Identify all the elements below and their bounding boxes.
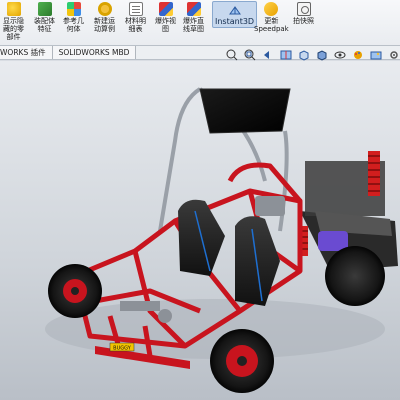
show-hidden-components-icon bbox=[6, 2, 21, 16]
plate-text: BUGGY bbox=[113, 346, 132, 352]
explode-line-sketch-icon bbox=[186, 2, 201, 16]
take-snapshot-button[interactable]: 拍快照 bbox=[293, 2, 314, 25]
button-label: 爆炸直 线草图 bbox=[183, 17, 204, 33]
graphics-area[interactable]: BUGGY bbox=[0, 61, 400, 400]
button-label: 装配体 特征 bbox=[34, 17, 55, 33]
new-motion-study-icon bbox=[97, 2, 112, 16]
button-label: 材料明 细表 bbox=[125, 17, 146, 33]
button-label: 拍快照 bbox=[293, 17, 314, 25]
buggy-model[interactable]: BUGGY bbox=[0, 61, 400, 400]
section-view-icon[interactable] bbox=[279, 49, 293, 61]
instant3d-icon bbox=[228, 3, 242, 17]
button-label: Instant3D bbox=[215, 17, 255, 26]
assembly-features-icon bbox=[37, 2, 52, 16]
button-label: 参考几 何体 bbox=[63, 17, 84, 33]
rear-chassis bbox=[298, 151, 398, 306]
roof-panel bbox=[199, 88, 291, 134]
apply-scene-icon[interactable] bbox=[369, 49, 383, 61]
assembly-features-button[interactable]: 装配体 特征 bbox=[34, 2, 55, 33]
update-speedpak-button[interactable]: 更新 Speedpak bbox=[254, 2, 289, 33]
tab-solidworks-addins[interactable]: WORKS 插件 bbox=[0, 46, 53, 59]
front-right-wheel bbox=[210, 329, 274, 393]
reference-geometry-button[interactable]: 参考几 何体 bbox=[63, 2, 84, 33]
rear-shock-left bbox=[368, 151, 380, 196]
seat-right bbox=[235, 216, 280, 306]
button-label: 更新 Speedpak bbox=[254, 17, 289, 33]
previous-view-icon[interactable] bbox=[261, 49, 275, 61]
seat-left bbox=[178, 199, 225, 276]
zoom-area-icon[interactable] bbox=[243, 49, 257, 61]
bill-of-materials-icon bbox=[128, 2, 143, 16]
button-label: 新建运 动算例 bbox=[94, 17, 115, 33]
button-label: 爆炸视 图 bbox=[155, 17, 176, 33]
reference-geometry-icon bbox=[66, 2, 81, 16]
new-motion-study-button[interactable]: 新建运 动算例 bbox=[94, 2, 115, 33]
tab-solidworks-mbd[interactable]: SOLIDWORKS MBD bbox=[52, 46, 137, 59]
instant3d-button[interactable]: Instant3D bbox=[212, 1, 258, 28]
exploded-view-button[interactable]: 爆炸视 图 bbox=[155, 2, 176, 33]
purple-component bbox=[318, 231, 348, 251]
button-label: 显示隐 藏的零 部件 bbox=[3, 17, 24, 41]
exploded-view-icon bbox=[158, 2, 173, 16]
bill-of-materials-button[interactable]: 材料明 细表 bbox=[125, 2, 146, 33]
zoom-to-fit-icon[interactable] bbox=[225, 49, 239, 61]
view-settings-icon[interactable] bbox=[387, 49, 400, 61]
show-hidden-components-button[interactable]: 显示隐 藏的零 部件 bbox=[3, 2, 24, 41]
speedpak-icon bbox=[264, 2, 279, 16]
hide-show-items-icon[interactable] bbox=[333, 49, 347, 61]
heads-up-view-toolbar bbox=[225, 49, 400, 61]
rear-right-wheel bbox=[325, 246, 385, 306]
view-orientation-icon[interactable] bbox=[297, 49, 311, 61]
explode-line-sketch-button[interactable]: 爆炸直 线草图 bbox=[183, 2, 204, 33]
edit-appearance-icon[interactable] bbox=[351, 49, 365, 61]
command-manager-ribbon: 显示隐 藏的零 部件 装配体 特征 参考几 何体 新建运 动算例 材料明 细表 … bbox=[0, 0, 400, 46]
snapshot-icon bbox=[296, 2, 311, 16]
front-left-wheel bbox=[48, 264, 102, 318]
display-style-icon[interactable] bbox=[315, 49, 329, 61]
